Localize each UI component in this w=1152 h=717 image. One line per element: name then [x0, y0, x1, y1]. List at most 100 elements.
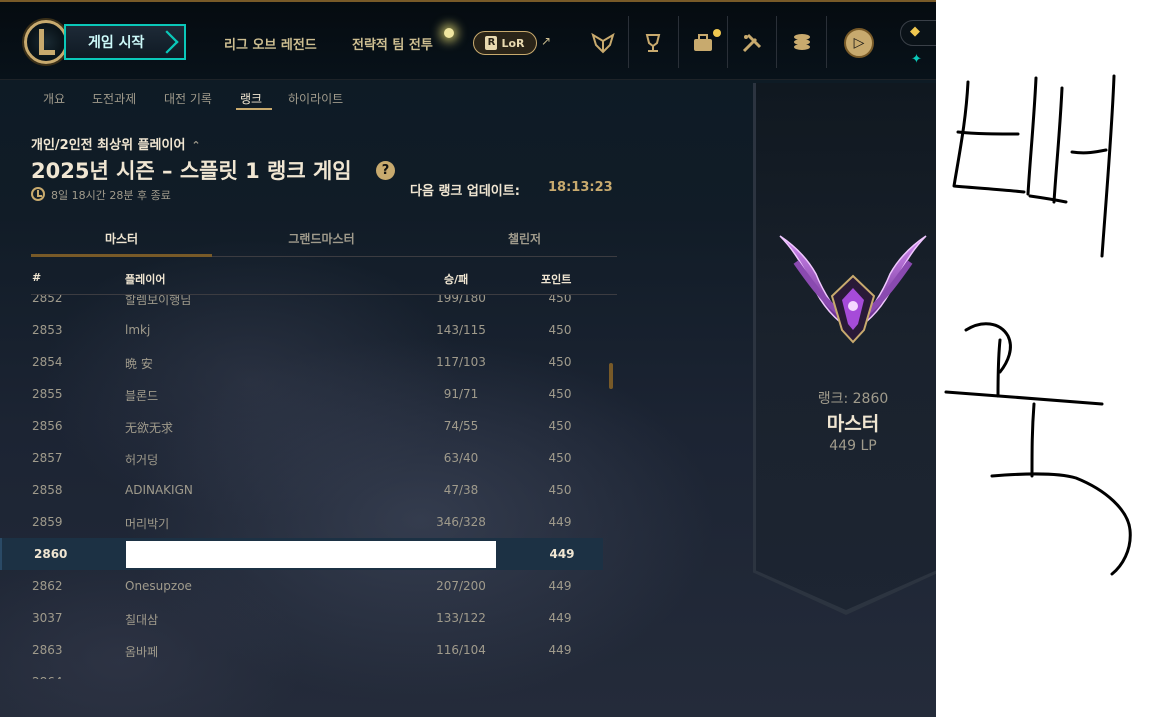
row-player: 머리박기 — [125, 517, 170, 531]
table-row[interactable]: 2852 할렘보이행님 199/180 450 — [0, 295, 603, 314]
table-row[interactable]: 2858 ADINAKIGN 47/38 450 — [0, 474, 603, 506]
nav-league-of-legends[interactable]: 리그 오브 레전드 — [224, 34, 317, 53]
chevron-updown-icon: ⌃ — [191, 139, 201, 152]
nav-tft[interactable]: 전략적 팀 전투 — [352, 34, 433, 53]
handwritten-signature — [944, 74, 1132, 576]
season-end-countdown: 8일 18시간 28분 후 종료 — [51, 189, 171, 202]
column-header-player: 플레이어 — [125, 273, 166, 286]
scrollbar-thumb[interactable] — [609, 363, 613, 389]
next-update-time: 18:13:23 — [548, 180, 613, 195]
new-indicator-glow — [444, 28, 454, 38]
row-wins-losses: 199/180 — [436, 295, 486, 305]
row-rank: 2857 — [32, 451, 63, 465]
rank-banner — [753, 83, 936, 615]
profile-subnav: 개요 도전과제 대전 기록 랭크 하이라이트 — [0, 81, 752, 113]
divider — [776, 16, 777, 68]
tab-overview[interactable]: 개요 — [43, 90, 65, 107]
banner-rank-label: 랭크: 2860 — [817, 391, 889, 407]
row-wins-losses: 117/103 — [436, 355, 486, 369]
table-row[interactable]: 2859 머리박기 346/328 449 — [0, 506, 603, 538]
row-player: 칠대삼 — [125, 613, 159, 627]
tab-challenges[interactable]: 도전과제 — [92, 90, 136, 107]
table-row[interactable]: 2853 lmkj 143/115 450 — [0, 314, 603, 346]
table-row[interactable]: 2855 블론드 91/71 450 — [0, 378, 603, 410]
row-points: 449 — [549, 547, 575, 561]
play-button-label: 게임 시작 — [88, 35, 145, 51]
row-rank: 2853 — [32, 323, 63, 337]
row-rank: 2858 — [32, 483, 63, 497]
column-header-rank: # — [32, 271, 42, 284]
table-row[interactable]: 2863 옴바페 116/104 449 — [0, 634, 603, 666]
row-rank: 2860 — [34, 547, 68, 561]
table-row[interactable]: 2857 허거덩 63/40 450 — [0, 442, 603, 474]
row-wins-losses: 143/115 — [436, 323, 486, 337]
lor-label: LoR — [501, 36, 525, 50]
lor-button[interactable]: R LoR — [473, 31, 537, 55]
row-player: 블론드 — [125, 389, 159, 403]
row-points: 450 — [548, 355, 572, 369]
collection-icon[interactable] — [739, 30, 765, 56]
row-points: 449 — [548, 643, 572, 657]
trophy-icon[interactable] — [640, 30, 666, 56]
row-player: 옴바페 — [125, 645, 159, 659]
row-player: 无欲无求 — [125, 421, 174, 435]
row-points: 450 — [548, 295, 572, 305]
queue-label: 개인/2인전 최상위 플레이어 — [31, 138, 186, 153]
row-player: 할렘보이행님 — [125, 295, 192, 307]
row-points: 450 — [548, 387, 572, 401]
row-rank: 2859 — [32, 515, 63, 529]
row-player: ADINAKIGN — [125, 483, 193, 497]
league-logo-icon[interactable] — [24, 20, 68, 64]
clock-icon — [31, 187, 45, 201]
tab-challenger[interactable]: 챌린저 — [434, 230, 615, 247]
row-wins-losses: 74/55 — [443, 419, 479, 433]
row-player: 허거덩 — [125, 453, 159, 467]
divider — [628, 16, 629, 68]
active-tab-underline — [236, 108, 272, 110]
active-tier-underline — [31, 254, 212, 257]
current-player-row[interactable]: 2860 449 — [0, 538, 603, 570]
table-row[interactable]: 3037 칠대삼 133/122 449 — [0, 602, 603, 634]
top-navigation-bar: 게임 시작 리그 오브 레전드 전략적 팀 전투 R LoR ↗ ▷ ◆ ✦ — [0, 0, 936, 80]
next-update-label: 다음 랭크 업데이트: — [410, 184, 520, 199]
tab-grandmaster[interactable]: 그랜드마스터 — [231, 230, 412, 247]
notification-dot — [713, 29, 721, 37]
page-title: 2025년 시즌 – 스플릿 1 랭크 게임 — [31, 159, 352, 183]
row-rank: 2864 — [32, 675, 63, 679]
divider — [678, 16, 679, 68]
table-row[interactable]: 2854 晩 安 117/103 450 — [0, 346, 603, 378]
tab-highlights[interactable]: 하이라이트 — [288, 90, 343, 107]
play-arrow-icon — [155, 30, 179, 54]
divider — [826, 16, 827, 68]
row-wins-losses: 91/71 — [443, 387, 479, 401]
row-points: 450 — [548, 419, 572, 433]
row-points: 449 — [548, 515, 572, 529]
profile-icon[interactable]: ▷ — [844, 28, 874, 58]
row-wins-losses: 63/40 — [443, 451, 479, 465]
row-rank: 3037 — [32, 611, 63, 625]
loot-icon[interactable] — [690, 30, 716, 56]
column-header-wins-losses: 승/패 — [444, 273, 469, 286]
row-wins-losses: 346/328 — [436, 515, 486, 529]
banner-tier-name: 마스터 — [826, 413, 880, 435]
table-row[interactable]: 2862 Onesupzoe 207/200 449 — [0, 570, 603, 602]
row-points: 449 — [548, 579, 572, 593]
play-button[interactable]: 게임 시작 — [64, 24, 186, 60]
queue-dropdown[interactable]: 개인/2인전 최상위 플레이어 ⌃ — [31, 134, 201, 153]
tab-match-history[interactable]: 대전 기록 — [164, 90, 212, 107]
column-header-points: 포인트 — [541, 273, 572, 286]
rp-currency-icon: ◆ — [910, 24, 920, 39]
store-icon[interactable] — [789, 30, 815, 56]
clash-icon[interactable] — [590, 30, 616, 56]
row-wins-losses: 133/122 — [436, 611, 486, 625]
table-row[interactable]: 2864 — [0, 666, 603, 679]
tab-master[interactable]: 마스터 — [31, 230, 212, 247]
league-client-window: 게임 시작 리그 오브 레전드 전략적 팀 전투 R LoR ↗ ▷ ◆ ✦ 개… — [0, 0, 936, 717]
table-row[interactable]: 2856 无欲无求 74/55 450 — [0, 410, 603, 442]
leaderboard-list[interactable]: 2852 할렘보이행님 199/180 450 2853 lmkj 143/11… — [0, 295, 620, 679]
help-icon[interactable]: ? — [376, 161, 395, 180]
tab-ranked[interactable]: 랭크 — [240, 90, 262, 107]
divider — [727, 16, 728, 68]
master-emblem-icon — [779, 235, 927, 344]
row-points: 449 — [548, 611, 572, 625]
